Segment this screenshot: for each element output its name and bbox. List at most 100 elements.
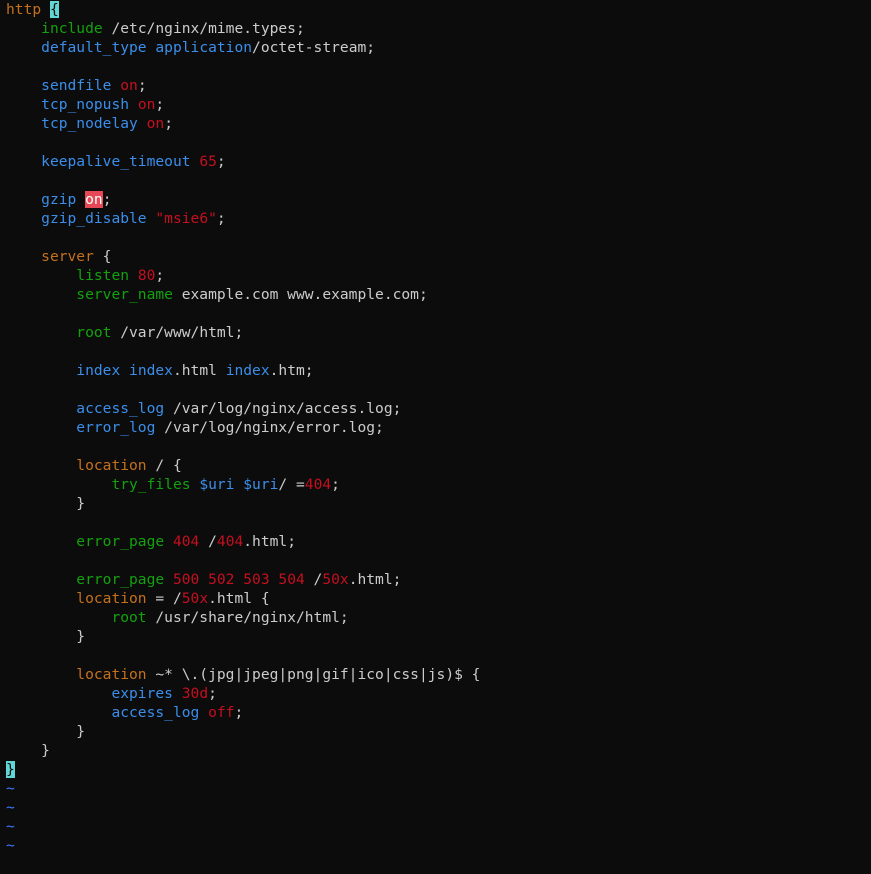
code-line[interactable]: ~ bbox=[6, 798, 866, 817]
code-token: error_page bbox=[76, 533, 165, 550]
code-line[interactable]: http { bbox=[6, 0, 866, 19]
code-line[interactable]: tcp_nopush on; bbox=[6, 95, 866, 114]
code-line[interactable]: access_log off; bbox=[6, 703, 866, 722]
code-token: listen bbox=[76, 267, 130, 284]
code-token: 30d bbox=[181, 685, 209, 702]
code-line[interactable]: default_type application/octet-stream; bbox=[6, 38, 866, 57]
code-line[interactable]: root /var/www/html; bbox=[6, 323, 866, 342]
code-token: 404 bbox=[216, 533, 244, 550]
code-line[interactable]: access_log /var/log/nginx/access.log; bbox=[6, 399, 866, 418]
code-line[interactable] bbox=[6, 646, 866, 665]
code-token: } bbox=[6, 495, 86, 512]
code-token: 404 bbox=[172, 533, 200, 550]
code-line[interactable]: gzip on; bbox=[6, 190, 866, 209]
code-token: 404 bbox=[304, 476, 332, 493]
code-token: server_name bbox=[76, 286, 173, 303]
code-token: index bbox=[76, 362, 121, 379]
code-line[interactable]: } bbox=[6, 494, 866, 513]
code-token: on bbox=[137, 96, 156, 113]
code-token: ; bbox=[331, 476, 340, 493]
code-line[interactable]: error_page 500 502 503 504 /50x.html; bbox=[6, 570, 866, 589]
vim-editor-buffer[interactable]: http { include /etc/nginx/mime.types; de… bbox=[6, 0, 866, 874]
code-line[interactable] bbox=[6, 171, 866, 190]
code-token: location bbox=[76, 590, 147, 607]
code-line[interactable] bbox=[6, 57, 866, 76]
code-token: ; bbox=[155, 267, 165, 284]
code-token: try_files bbox=[111, 476, 191, 493]
code-line[interactable]: error_page 404 /404.html; bbox=[6, 532, 866, 551]
code-line[interactable]: } bbox=[6, 760, 866, 779]
code-line[interactable]: expires 30d; bbox=[6, 684, 866, 703]
code-line[interactable]: } bbox=[6, 741, 866, 760]
code-line[interactable]: ~ bbox=[6, 779, 866, 798]
code-line[interactable]: root /usr/share/nginx/html; bbox=[6, 608, 866, 627]
code-line[interactable]: sendfile on; bbox=[6, 76, 866, 95]
matching-brace-highlight: { bbox=[49, 1, 59, 18]
code-line[interactable] bbox=[6, 380, 866, 399]
code-line[interactable]: location / { bbox=[6, 456, 866, 475]
code-line[interactable]: gzip_disable "msie6"; bbox=[6, 209, 866, 228]
empty-line-marker: ~ bbox=[6, 837, 15, 854]
code-token: $uri bbox=[243, 476, 279, 493]
code-line[interactable]: server_name example.com www.example.com; bbox=[6, 285, 866, 304]
code-line[interactable] bbox=[6, 437, 866, 456]
code-token: off bbox=[208, 704, 235, 721]
code-line[interactable]: location = /50x.html { bbox=[6, 589, 866, 608]
code-token: http bbox=[6, 1, 42, 18]
code-line[interactable]: listen 80; bbox=[6, 266, 866, 285]
code-line[interactable] bbox=[6, 228, 866, 247]
code-token: tcp_nopush bbox=[41, 96, 130, 113]
code-token: ; bbox=[102, 191, 112, 208]
code-token: keepalive_timeout bbox=[41, 153, 191, 170]
code-line[interactable] bbox=[6, 551, 866, 570]
code-line[interactable]: index index.html index.htm; bbox=[6, 361, 866, 380]
code-line[interactable]: include /etc/nginx/mime.types; bbox=[6, 19, 866, 38]
code-line[interactable]: ~ bbox=[6, 836, 866, 855]
matching-brace-highlight: } bbox=[6, 761, 15, 778]
code-token: gzip bbox=[41, 191, 77, 208]
code-line[interactable]: tcp_nodelay on; bbox=[6, 114, 866, 133]
code-token: "msie6" bbox=[155, 210, 217, 227]
code-line[interactable]: } bbox=[6, 722, 866, 741]
code-line[interactable] bbox=[6, 513, 866, 532]
code-token: error_log bbox=[76, 419, 156, 436]
code-line[interactable]: error_log /var/log/nginx/error.log; bbox=[6, 418, 866, 437]
code-line[interactable]: server { bbox=[6, 247, 866, 266]
code-line[interactable] bbox=[6, 342, 866, 361]
code-line[interactable] bbox=[6, 133, 866, 152]
code-line[interactable]: keepalive_timeout 65; bbox=[6, 152, 866, 171]
code-token: /var/www/html; bbox=[111, 324, 244, 341]
code-token: /usr/share/nginx/html; bbox=[146, 609, 349, 626]
code-token: .html; bbox=[348, 571, 402, 588]
code-token: root bbox=[111, 609, 147, 626]
code-line[interactable] bbox=[6, 304, 866, 323]
code-token: server bbox=[41, 248, 94, 265]
code-line[interactable]: location ~* \.(jpg|jpeg|png|gif|ico|css|… bbox=[6, 665, 866, 684]
code-line[interactable]: try_files $uri $uri/ =404; bbox=[6, 475, 866, 494]
code-line[interactable]: } bbox=[6, 627, 866, 646]
code-token: / { bbox=[146, 457, 182, 474]
code-line[interactable]: ~ bbox=[6, 817, 866, 836]
code-token: default_type bbox=[41, 39, 147, 56]
